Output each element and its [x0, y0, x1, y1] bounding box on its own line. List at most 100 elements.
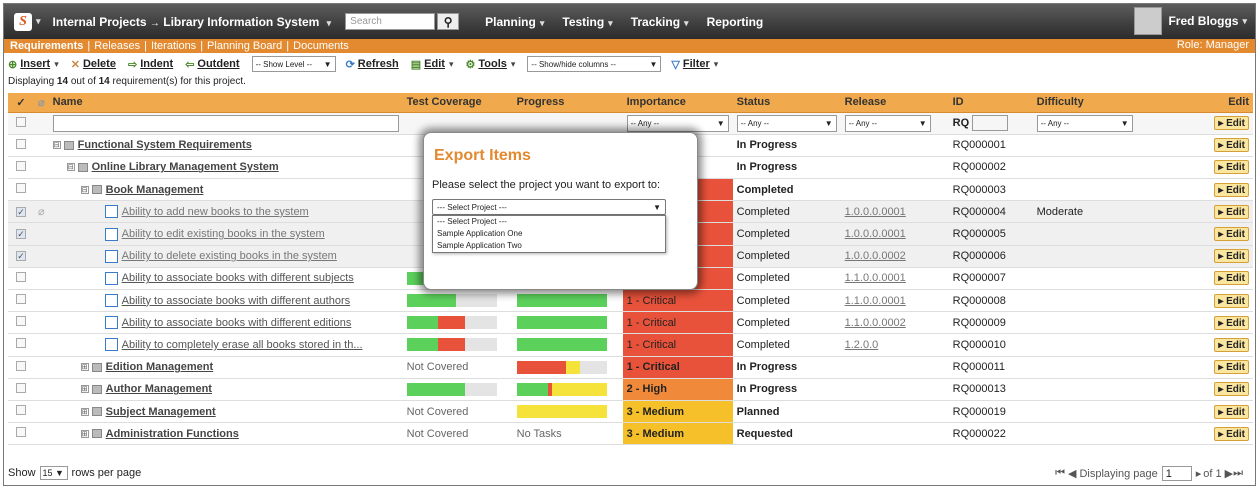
row-checkbox[interactable]: [16, 183, 26, 194]
row-checkbox[interactable]: [16, 427, 26, 438]
menu-reporting[interactable]: Reporting: [707, 15, 764, 29]
project-option[interactable]: Sample Application Two: [433, 240, 665, 252]
tab-documents[interactable]: Documents: [293, 40, 349, 52]
outdent-button[interactable]: ⇦ Outdent: [185, 58, 239, 71]
requirement-name-link[interactable]: Ability to add new books to the system: [122, 206, 309, 218]
table-row[interactable]: Ability to completely erase all books st…: [8, 333, 1253, 357]
release-link[interactable]: 1.0.0.0.0002: [845, 250, 906, 262]
filter-button[interactable]: ▽ Filter ▾: [671, 58, 718, 71]
row-checkbox[interactable]: ✓: [16, 229, 26, 240]
release-filter[interactable]: -- Any -- ▼: [844, 114, 931, 132]
requirement-name-link[interactable]: Ability to edit existing books in the sy…: [122, 228, 325, 240]
collapse-icon[interactable]: ⊟: [80, 185, 89, 194]
search-input[interactable]: Search: [345, 13, 436, 30]
edit-button[interactable]: ▸ Edit: [1214, 271, 1249, 286]
table-row[interactable]: Ability to associate books with differen…: [8, 311, 1253, 335]
row-checkbox[interactable]: [16, 382, 26, 393]
user-name[interactable]: Fred Bloggs: [1168, 14, 1238, 28]
expand-icon[interactable]: ⊞: [80, 385, 89, 394]
difficulty-filter[interactable]: -- Any -- ▼: [1036, 114, 1133, 132]
spira-logo-icon[interactable]: S: [14, 12, 32, 31]
tab-requirements[interactable]: Requirements: [10, 40, 83, 52]
expand-icon[interactable]: ⊞: [80, 363, 89, 372]
project-select[interactable]: --- Select Project --- ▼: [432, 199, 666, 215]
prev-page-icon[interactable]: ◀: [1068, 467, 1076, 480]
expand-icon[interactable]: ⊞: [80, 407, 89, 416]
row-checkbox[interactable]: [16, 160, 26, 171]
collapse-icon[interactable]: ⊟: [66, 163, 75, 172]
edit-button[interactable]: ▸ Edit: [1214, 315, 1249, 330]
row-checkbox[interactable]: [16, 294, 26, 305]
requirement-name-link[interactable]: Ability to associate books with differen…: [122, 295, 350, 307]
insert-button[interactable]: ⊕ Insert ▾: [8, 58, 59, 71]
requirement-name-link[interactable]: Administration Functions: [106, 428, 239, 440]
row-checkbox[interactable]: [16, 338, 26, 349]
header-test-coverage[interactable]: Test Coverage: [402, 93, 513, 113]
project-selector[interactable]: Internal Projects → Library Information …: [53, 15, 332, 29]
row-checkbox[interactable]: [16, 138, 26, 149]
row-checkbox[interactable]: [16, 360, 26, 371]
filter-edit-button[interactable]: ▸ Edit: [1214, 116, 1249, 131]
row-checkbox[interactable]: [16, 316, 26, 327]
edit-button[interactable]: ▸ Edit: [1214, 182, 1249, 197]
tab-releases[interactable]: Releases: [94, 40, 140, 52]
header-status[interactable]: Status: [732, 93, 841, 113]
edit-button[interactable]: ▸ Edit: [1214, 382, 1249, 397]
edit-button[interactable]: ▸ Edit: [1214, 426, 1249, 441]
go-page-icon[interactable]: ▸: [1196, 467, 1202, 480]
release-link[interactable]: 1.1.0.0.0001: [845, 272, 906, 284]
row-checkbox[interactable]: ✓: [16, 206, 26, 217]
table-row[interactable]: Ability to associate books with differen…: [8, 289, 1253, 313]
row-checkbox[interactable]: ✓: [16, 251, 26, 262]
edit-button[interactable]: ▸ Edit: [1214, 360, 1249, 375]
requirement-name-link[interactable]: Edition Management: [106, 361, 214, 373]
tab-planning-board[interactable]: Planning Board: [207, 40, 282, 52]
edit-button[interactable]: ▸ Edit: [1214, 227, 1249, 242]
collapse-icon[interactable]: ⊟: [52, 141, 61, 150]
requirement-name-link[interactable]: Functional System Requirements: [78, 139, 252, 151]
requirement-name-link[interactable]: Ability to associate books with differen…: [122, 272, 354, 284]
page-size-select[interactable]: 15 ▼: [39, 466, 68, 480]
last-page-icon[interactable]: ⏭: [1233, 467, 1243, 480]
header-progress[interactable]: Progress: [512, 93, 623, 113]
show-level-select[interactable]: -- Show Level -- ▼: [251, 56, 336, 72]
menu-planning[interactable]: Planning: [485, 15, 536, 29]
requirement-name-link[interactable]: Book Management: [106, 184, 204, 196]
menu-testing[interactable]: Testing: [562, 15, 604, 29]
status-filter[interactable]: -- Any -- ▼: [736, 114, 837, 132]
edit-button[interactable]: ▸ Edit: [1214, 160, 1249, 175]
name-filter-input[interactable]: [52, 114, 399, 132]
requirement-name-link[interactable]: Ability to completely erase all books st…: [122, 339, 363, 351]
release-link[interactable]: 1.0.0.0.0001: [845, 206, 906, 218]
table-row[interactable]: ⊞ Author Management 2 - High In Progress RQ0…: [8, 378, 1253, 401]
requirement-name-link[interactable]: Online Library Management System: [92, 161, 279, 173]
refresh-button[interactable]: ⟳ Refresh: [346, 58, 399, 71]
header-difficulty[interactable]: Difficulty: [1032, 93, 1137, 113]
header-importance[interactable]: Importance: [622, 93, 733, 113]
tools-button[interactable]: ⚙ Tools ▾: [465, 58, 515, 71]
menu-tracking[interactable]: Tracking: [631, 15, 680, 29]
row-checkbox[interactable]: [16, 405, 26, 416]
importance-filter[interactable]: -- Any -- ▼: [626, 114, 729, 132]
release-link[interactable]: 1.2.0.0: [845, 339, 879, 351]
expand-icon[interactable]: ⊞: [80, 429, 89, 438]
edit-button[interactable]: ▸ Edit: [1214, 337, 1249, 352]
header-id[interactable]: ID: [948, 93, 1033, 113]
select-all-header[interactable]: ✓: [8, 93, 34, 113]
requirement-name-link[interactable]: Ability to delete existing books in the …: [122, 250, 337, 262]
edit-button[interactable]: ▸ Edit: [1214, 293, 1249, 308]
row-checkbox[interactable]: [16, 271, 26, 282]
edit-button[interactable]: ▸ Edit: [1214, 404, 1249, 419]
edit-button[interactable]: ▸ Edit: [1214, 249, 1249, 264]
requirement-name-link[interactable]: Ability to associate books with differen…: [122, 317, 352, 329]
next-page-icon[interactable]: ▶: [1225, 467, 1233, 480]
delete-button[interactable]: ✕ Delete: [71, 58, 116, 71]
search-icon[interactable]: ⚲: [437, 13, 460, 30]
requirement-name-link[interactable]: Author Management: [106, 383, 212, 395]
edit-button[interactable]: ▸ Edit: [1214, 138, 1249, 153]
tab-iterations[interactable]: Iterations: [151, 40, 196, 52]
release-link[interactable]: 1.1.0.0.0002: [845, 317, 906, 329]
page-input[interactable]: 1: [1161, 466, 1192, 481]
logo-dropdown-icon[interactable]: ▾: [36, 16, 41, 27]
first-page-icon[interactable]: ⏮: [1055, 467, 1065, 480]
